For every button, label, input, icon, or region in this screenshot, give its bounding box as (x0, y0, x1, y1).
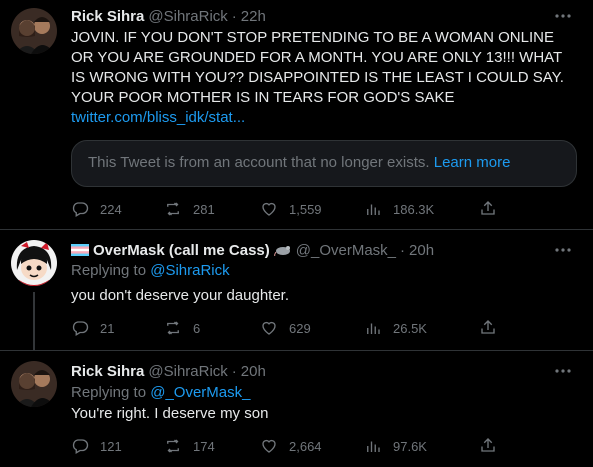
trans-flag-icon (71, 244, 89, 256)
timestamp[interactable]: 20h (241, 363, 266, 380)
like-button[interactable]: 629 (260, 318, 311, 338)
like-count: 629 (289, 320, 311, 336)
views-icon (367, 204, 380, 215)
views-count: 186.3K (393, 201, 435, 217)
retweet-count: 174 (193, 438, 215, 454)
share-icon (481, 320, 495, 334)
avatar[interactable] (11, 240, 57, 286)
tweet-1[interactable]: Rick Sihra @SihraRick · 22h JOVIN. IF YO… (0, 0, 593, 229)
reply-count: 21 (100, 320, 115, 336)
replying-to-label: Replying to (71, 262, 147, 279)
like-count: 2,664 (289, 438, 322, 454)
tweet-text-content: JOVIN. IF YOU DON'T STOP PRETENDING TO B… (71, 29, 564, 106)
reply-count: 224 (100, 201, 122, 217)
views-count: 97.6K (393, 438, 427, 454)
reply-icon (72, 439, 89, 454)
retweet-icon (167, 439, 179, 453)
reply-button[interactable]: 224 (71, 199, 122, 219)
reply-icon (72, 321, 89, 336)
tweet-actions: 21 6 629 26.5K (71, 318, 576, 338)
tweet-actions: 224 281 1,559 186.3K (71, 199, 576, 219)
retweet-button[interactable]: 281 (164, 199, 215, 219)
retweet-button[interactable]: 174 (164, 436, 215, 456)
replying-to-handle[interactable]: @_OverMask_ (150, 384, 250, 401)
heart-icon (262, 321, 276, 335)
separator-dot: · (231, 362, 237, 380)
views-icon (367, 323, 380, 334)
replying-to: Replying to @_OverMask_ (71, 384, 250, 401)
more-icon[interactable] (553, 6, 573, 26)
like-button[interactable]: 1,559 (260, 199, 322, 219)
display-name[interactable]: OverMask (call me Cass) (93, 242, 270, 259)
tweet-text: You're right. I deserve my son (71, 405, 269, 422)
views-count: 26.5K (393, 320, 427, 336)
user-handle[interactable]: @SihraRick (148, 8, 227, 25)
views-button[interactable]: 97.6K (364, 436, 427, 456)
thread-line (33, 292, 35, 350)
display-name[interactable]: Rick Sihra (71, 363, 144, 380)
replying-to-handle[interactable]: @SihraRick (150, 262, 229, 279)
heart-icon (262, 439, 276, 453)
user-handle[interactable]: @_OverMask_ (296, 242, 396, 259)
replying-to-label: Replying to (71, 384, 147, 401)
tweet-header: Rick Sihra @SihraRick · 20h (71, 361, 266, 381)
retweet-count: 281 (193, 201, 215, 217)
tweet-2[interactable]: OverMask (call me Cass) @_OverMask_ · 20… (0, 230, 593, 350)
share-icon (481, 201, 495, 215)
separator-dot: · (400, 241, 406, 259)
timestamp[interactable]: 22h (241, 8, 266, 25)
tweet-header: Rick Sihra @SihraRick · 22h (71, 6, 266, 26)
retweet-button[interactable]: 6 (164, 318, 200, 338)
avatar[interactable] (11, 8, 57, 54)
reply-icon (72, 202, 89, 217)
avatar[interactable] (11, 361, 57, 407)
views-button[interactable]: 26.5K (364, 318, 427, 338)
tweet-text: JOVIN. IF YOU DON'T STOP PRETENDING TO B… (71, 28, 576, 128)
more-icon[interactable] (553, 361, 573, 381)
display-name[interactable]: Rick Sihra (71, 8, 144, 25)
views-button[interactable]: 186.3K (364, 199, 434, 219)
share-button[interactable] (479, 318, 497, 339)
share-button[interactable] (479, 199, 497, 220)
tweet-text: you don't deserve your daughter. (71, 287, 290, 304)
reply-count: 121 (100, 438, 122, 454)
separator-dot: · (231, 7, 237, 25)
reply-button[interactable]: 121 (71, 436, 122, 456)
heart-icon (262, 202, 276, 216)
rat-emoji-icon (273, 246, 290, 256)
more-icon[interactable] (553, 240, 573, 260)
retweet-icon (167, 321, 179, 335)
share-icon (481, 438, 495, 452)
tweet-header: OverMask (call me Cass) @_OverMask_ · 20… (71, 240, 434, 260)
retweet-count: 6 (193, 320, 201, 336)
reply-button[interactable]: 21 (71, 318, 114, 338)
retweet-icon (167, 202, 179, 216)
views-icon (367, 441, 380, 452)
tweet-actions: 121 174 2,664 97.6K (71, 436, 576, 456)
user-handle[interactable]: @SihraRick (148, 363, 227, 380)
like-count: 1,559 (289, 201, 322, 217)
like-button[interactable]: 2,664 (260, 436, 322, 456)
replying-to: Replying to @SihraRick (71, 262, 230, 279)
tweet-3[interactable]: Rick Sihra @SihraRick · 20h Replying to … (0, 351, 593, 467)
learn-more-link[interactable]: Learn more (434, 154, 511, 171)
quote-tweet-unavailable: This Tweet is from an account that no lo… (71, 140, 577, 187)
quote-unavailable-text: This Tweet is from an account that no lo… (88, 154, 430, 171)
tweet-link[interactable]: twitter.com/bliss_idk/stat... (71, 109, 245, 126)
share-button[interactable] (479, 436, 497, 457)
timestamp[interactable]: 20h (409, 242, 434, 259)
